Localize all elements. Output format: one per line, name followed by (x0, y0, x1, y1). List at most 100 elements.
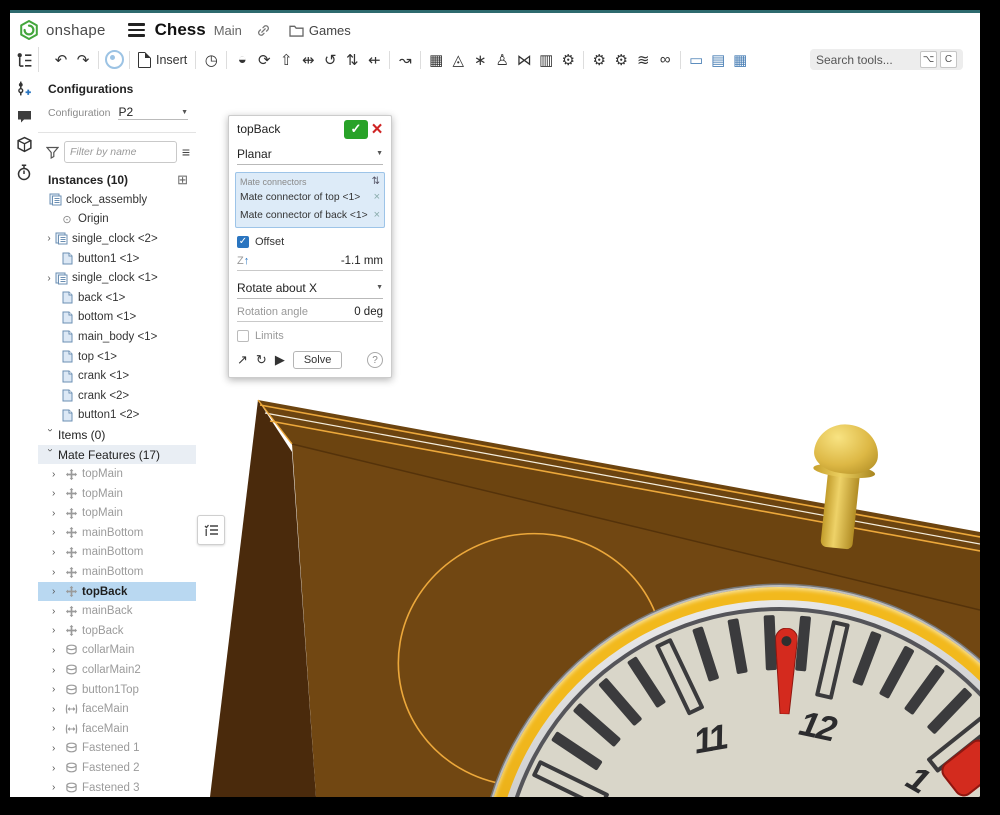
chevron-right-icon[interactable]: › (52, 782, 62, 793)
search-tools-box[interactable]: Search tools... ⌥ C (810, 49, 963, 70)
instance-row[interactable]: main_body <1> (38, 327, 196, 347)
screw-relation-icon[interactable]: ≋ (633, 50, 653, 70)
comments-panel-icon[interactable] (13, 106, 35, 126)
revolute-mate-icon[interactable]: ⟳ (254, 50, 274, 70)
remate-icon[interactable]: ↗ (237, 352, 248, 368)
configuration-select[interactable]: P2 ▼ (118, 105, 188, 120)
gear-relation-icon[interactable]: ⚙ (589, 50, 609, 70)
ball-mate-icon[interactable]: ↺ (320, 50, 340, 70)
chevron-right-icon[interactable]: › (52, 743, 62, 754)
slider-mate-icon[interactable]: ⇧ (276, 50, 296, 70)
versions-panel-icon[interactable] (13, 162, 35, 182)
instance-row[interactable]: ›single_clock <1> (38, 268, 196, 288)
chevron-right-icon[interactable]: › (52, 488, 62, 499)
update-icon[interactable] (104, 50, 124, 70)
document-menu-icon[interactable] (128, 23, 145, 36)
items-section-header[interactable]: › Items (0) (38, 425, 196, 445)
instance-row[interactable]: bottom <1> (38, 308, 196, 328)
chevron-right-icon[interactable]: › (52, 625, 62, 636)
clock-dial[interactable]: 11121 (480, 587, 980, 797)
chevron-right-icon[interactable]: › (44, 273, 54, 284)
mate-feature-row[interactable]: ›Fastened 2 (38, 758, 196, 778)
folder-name[interactable]: Games (309, 23, 351, 38)
cancel-button[interactable]: × (368, 120, 386, 139)
undo-icon[interactable]: ↶ (51, 50, 71, 70)
mate-feature-row[interactable]: ›mainBottom (38, 543, 196, 563)
features-panel-toggle[interactable] (197, 515, 225, 545)
relations-icon[interactable]: ⚙ (558, 50, 578, 70)
redo-icon[interactable]: ↷ (73, 50, 93, 70)
chevron-right-icon[interactable]: › (52, 684, 62, 695)
mate-connector-item[interactable]: Mate connector of top <1> × (240, 188, 380, 206)
mate-feature-row[interactable]: ›topMain (38, 504, 196, 524)
display-states-icon[interactable]: ▥ (536, 50, 556, 70)
limits-checkbox-row[interactable]: Limits (237, 330, 383, 342)
play-icon[interactable]: ▶ (275, 352, 285, 368)
rotation-angle-value[interactable]: 0 deg (308, 306, 383, 318)
mate-feature-row[interactable]: ›collarMain (38, 641, 196, 661)
mate-feature-row[interactable]: ›mainBottom (38, 562, 196, 582)
mate-feature-row[interactable]: ›button1Top (38, 680, 196, 700)
chevron-right-icon[interactable]: › (44, 233, 54, 244)
replicate-icon[interactable]: ∗ (470, 50, 490, 70)
group-icon[interactable]: ▦ (426, 50, 446, 70)
document-title[interactable]: Chess (155, 20, 206, 40)
mate-feature-row[interactable]: ›mainBottom (38, 523, 196, 543)
solve-button[interactable]: Solve (293, 351, 343, 369)
mate-feature-row[interactable]: ›collarMain2 (38, 660, 196, 680)
chevron-right-icon[interactable]: › (52, 665, 62, 676)
mate-features-section-header[interactable]: › Mate Features (17) (38, 445, 196, 465)
chevron-right-icon[interactable]: › (52, 645, 62, 656)
mate-feature-row[interactable]: ›faceMain (38, 719, 196, 739)
chevron-right-icon[interactable]: › (52, 763, 62, 774)
bom-icon[interactable]: ▦ (730, 50, 750, 70)
mate-feature-row[interactable]: ›Fastened 3 (38, 778, 196, 797)
insert-button[interactable]: Insert (138, 52, 187, 68)
chevron-right-icon[interactable]: › (52, 704, 62, 715)
remove-icon[interactable]: × (374, 191, 380, 203)
chevron-right-icon[interactable]: › (52, 547, 62, 558)
accept-button[interactable]: ✓ (344, 120, 368, 139)
help-icon[interactable]: ? (367, 352, 383, 368)
planar-mate-icon[interactable]: ⇹ (298, 50, 318, 70)
mate-feature-row[interactable]: ›topMain (38, 484, 196, 504)
configurations-panel-icon[interactable] (13, 78, 35, 98)
assembly-panel-icon[interactable] (13, 50, 35, 70)
instance-row[interactable]: button1 <2> (38, 406, 196, 426)
z-offset-row[interactable]: Z ↑ -1.1 mm (237, 255, 383, 271)
notes-icon[interactable]: ▤ (708, 50, 728, 70)
mate-icon[interactable]: ◷ (201, 50, 221, 70)
share-link-icon[interactable] (256, 23, 271, 38)
mate-feature-row[interactable]: ›faceMain (38, 699, 196, 719)
workspace-branch[interactable]: Main (214, 23, 242, 38)
mate-connector-item[interactable]: Mate connector of back <1> × (240, 206, 380, 224)
z-offset-value[interactable]: -1.1 mm (249, 255, 383, 267)
chevron-right-icon[interactable]: › (52, 508, 62, 519)
in-context-icon[interactable]: ⋈ (514, 50, 534, 70)
mate-feature-row[interactable]: ›topBack (38, 621, 196, 641)
instance-row[interactable]: back <1> (38, 288, 196, 308)
instance-row[interactable]: crank <1> (38, 366, 196, 386)
mate-feature-row[interactable]: ›topBack (38, 582, 196, 602)
chevron-right-icon[interactable]: › (52, 469, 62, 480)
tangent-mate-icon[interactable]: ↝ (395, 50, 415, 70)
chevron-right-icon[interactable]: › (52, 527, 62, 538)
belt-relation-icon[interactable]: ∞ (655, 50, 675, 70)
offset-checkbox-row[interactable]: ✓ Offset (237, 236, 383, 248)
animate-icon[interactable]: ↻ (256, 352, 267, 368)
flip-order-icon[interactable]: ⇅ (372, 176, 380, 187)
instance-row[interactable]: ›single_clock <2> (38, 229, 196, 249)
rotation-angle-row[interactable]: Rotation angle 0 deg (237, 306, 383, 322)
list-view-icon[interactable]: ≡ (182, 144, 190, 160)
erase-icon[interactable]: ▭ (686, 50, 706, 70)
mate-feature-row[interactable]: ›topMain (38, 464, 196, 484)
limits-checkbox[interactable] (237, 330, 249, 342)
rotation-axis-select[interactable]: Rotate about X ▼ (237, 277, 383, 299)
remove-icon[interactable]: × (374, 209, 380, 221)
instance-row[interactable]: ⊙Origin (38, 210, 196, 230)
instance-row[interactable]: top <1> (38, 347, 196, 367)
mate-feature-row[interactable]: ›Fastened 1 (38, 739, 196, 759)
instance-row[interactable]: button1 <1> (38, 249, 196, 269)
instance-row[interactable]: clock_assembly (38, 190, 196, 210)
parts-panel-icon[interactable] (13, 134, 35, 154)
